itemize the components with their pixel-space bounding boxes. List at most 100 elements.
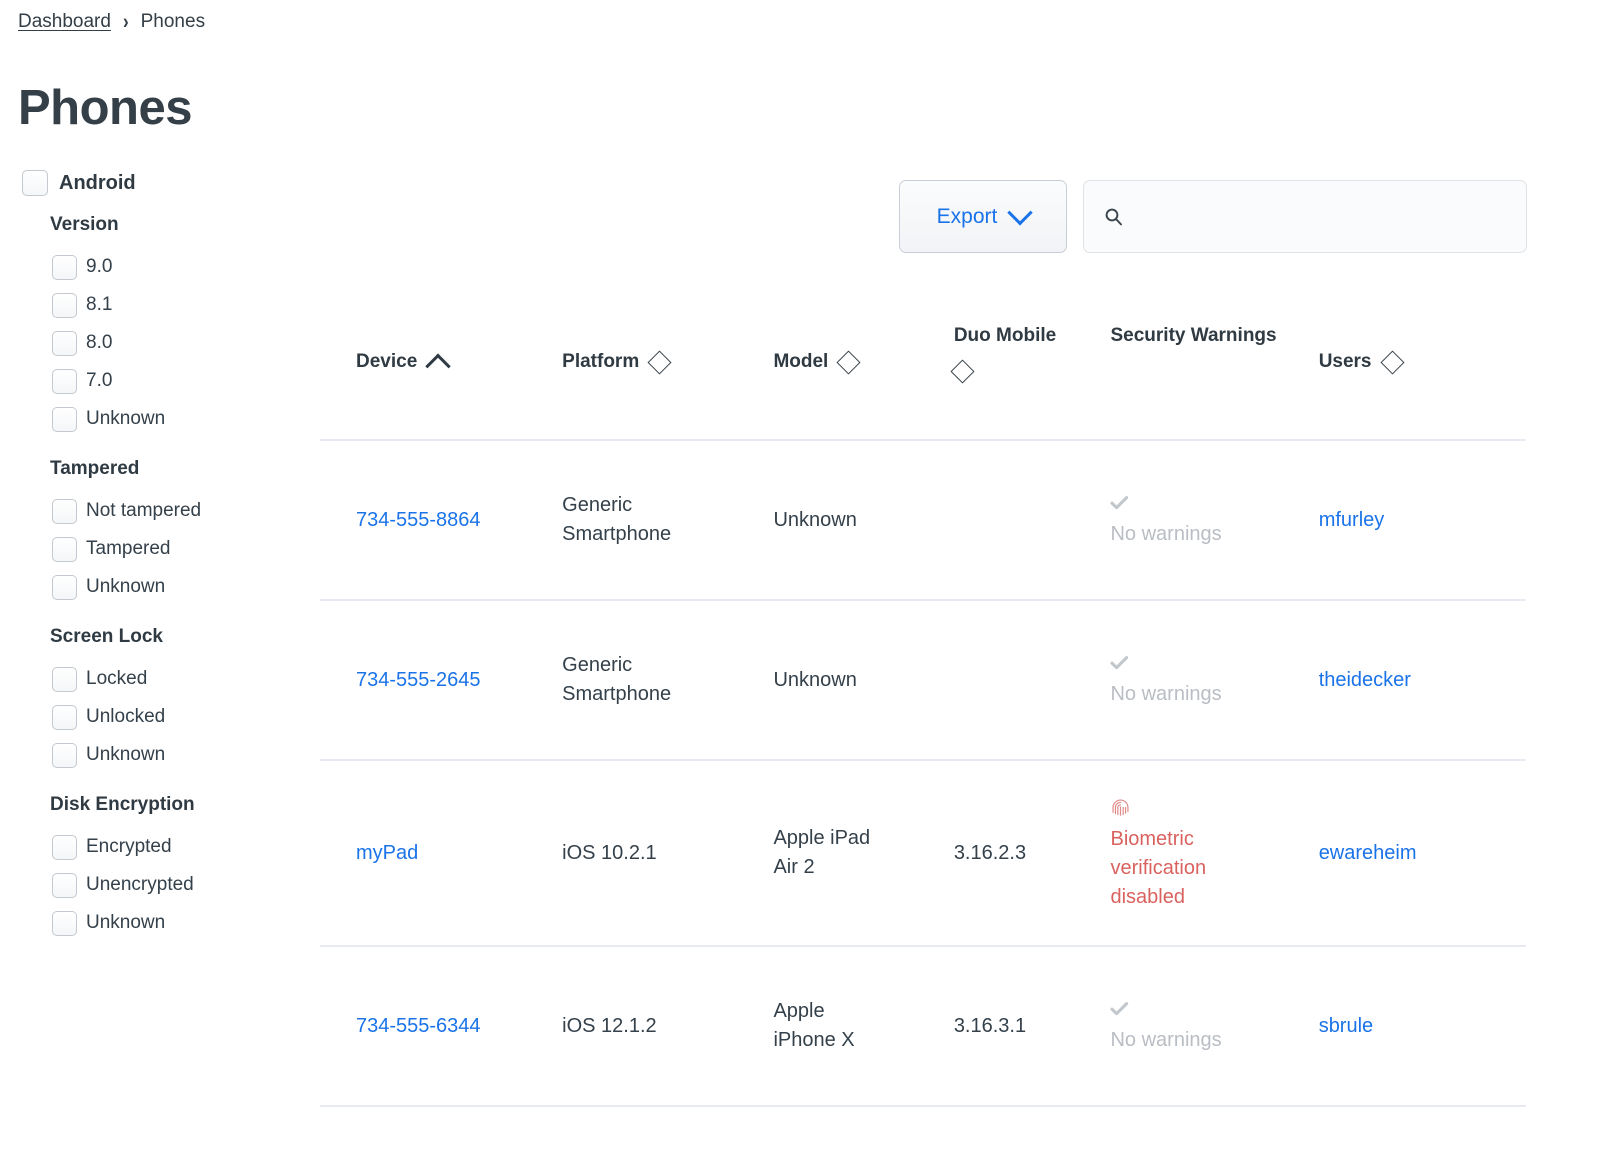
- filter-label-locked: Locked: [86, 668, 148, 689]
- cell-model: Unknown: [737, 439, 918, 600]
- cell-partial: [320, 1105, 527, 1130]
- model-value: Unknown: [773, 668, 857, 691]
- filter-label-not-tampered: Not tampered: [86, 500, 202, 521]
- breadcrumb-link-dashboard[interactable]: Dashboard: [18, 12, 111, 31]
- filter-item-version-8-1[interactable]: 8.1: [0, 286, 300, 324]
- search-icon: [1105, 208, 1122, 225]
- platform-value: iOS 12.1.2: [562, 1014, 657, 1037]
- cell-device: 734-555-6344: [320, 945, 527, 1106]
- column-header-duo-mobile[interactable]: Duo Mobile: [918, 310, 1075, 440]
- duo-mobile-value: 3.16.3.1: [953, 1014, 1027, 1037]
- filter-label-disk-encryption-unknown: Unknown: [86, 912, 166, 933]
- cell-security-warnings: No warnings: [1074, 439, 1283, 600]
- model-value: Unknown: [773, 508, 857, 531]
- column-header-model[interactable]: Model: [737, 310, 917, 440]
- cell-partial: [1282, 1105, 1526, 1130]
- cell-duo-mobile: 3.16.3.1: [917, 945, 1075, 1106]
- checkbox-tampered[interactable]: [52, 536, 77, 562]
- checkbox-encrypted[interactable]: [52, 834, 77, 860]
- breadcrumb-current-phones: Phones: [140, 11, 206, 32]
- cell-device: 734-555-2645: [320, 599, 527, 760]
- filter-item-tampered[interactable]: Tampered: [0, 530, 300, 568]
- filter-item-tampered-unknown[interactable]: Unknown: [0, 568, 300, 606]
- filter-label-unencrypted: Unencrypted: [86, 874, 194, 895]
- table-row: 734-555-2645 Generic Smartphone Unknown …: [320, 599, 1526, 760]
- user-link[interactable]: mfurley: [1319, 509, 1385, 531]
- column-header-platform[interactable]: Platform: [526, 310, 737, 440]
- filter-label-version-8-1: 8.1: [86, 294, 113, 315]
- checkbox-screen-lock-unknown[interactable]: [52, 742, 77, 768]
- cell-security-warnings: No warnings: [1074, 945, 1283, 1106]
- cell-security-warnings: No warnings: [1074, 599, 1283, 760]
- filter-item-disk-encryption-unknown[interactable]: Unknown: [0, 904, 300, 942]
- cell-partial: [526, 1105, 738, 1130]
- page-title: Phones: [18, 81, 192, 135]
- filter-item-screen-lock-unknown[interactable]: Unknown: [0, 736, 300, 774]
- column-header-users[interactable]: Users: [1283, 310, 1526, 440]
- filter-item-version-9-0[interactable]: 9.0: [0, 248, 300, 286]
- checkbox-not-tampered[interactable]: [52, 498, 77, 524]
- device-link[interactable]: 734-555-8864: [356, 509, 481, 531]
- security-warning-text: No warnings: [1110, 683, 1222, 705]
- checkbox-version-7-0[interactable]: [52, 368, 77, 394]
- sort-diamond-icon[interactable]: [1379, 350, 1405, 375]
- filter-item-locked[interactable]: Locked: [0, 660, 300, 698]
- export-button[interactable]: Export: [899, 180, 1067, 253]
- filter-item-version-unknown[interactable]: Unknown: [0, 400, 300, 438]
- fingerprint-icon: [1112, 799, 1130, 816]
- checkbox-version-8-1[interactable]: [52, 292, 77, 318]
- filter-item-unlocked[interactable]: Unlocked: [0, 698, 300, 736]
- checkbox-locked[interactable]: [52, 666, 77, 692]
- cell-platform: iOS 10.2.1: [526, 759, 738, 946]
- user-link[interactable]: sbrule: [1319, 1015, 1373, 1037]
- sort-diamond-icon[interactable]: [836, 350, 861, 375]
- sort-diamond-icon[interactable]: [647, 350, 672, 375]
- cell-duo-mobile: 3.16.2.3: [917, 759, 1075, 946]
- search-input[interactable]: [1134, 204, 1518, 229]
- export-button-label: Export: [936, 204, 998, 228]
- checkbox-version-9-0[interactable]: [52, 254, 77, 280]
- device-link[interactable]: myPad: [356, 842, 418, 864]
- filter-label-screen-lock-unknown: Unknown: [86, 744, 166, 765]
- filter-label-tampered: Tampered: [86, 538, 171, 559]
- check-icon: [1110, 496, 1129, 510]
- cell-device: 734-555-8864: [320, 439, 527, 600]
- filter-item-version-7-0[interactable]: 7.0: [0, 362, 300, 400]
- search-box[interactable]: [1083, 180, 1527, 253]
- device-link[interactable]: 734-555-6344: [356, 1015, 481, 1037]
- checkbox-unencrypted[interactable]: [52, 872, 77, 898]
- filter-label-version-unknown: Unknown: [86, 408, 166, 429]
- model-value: Apple iPhone X: [773, 1000, 855, 1051]
- column-header-security-warnings: Security Warnings: [1074, 310, 1282, 440]
- cell-security-warnings: Biometric verification disabled: [1074, 759, 1283, 946]
- filter-group-tampered: Tampered Not tampered Tampered Unknown: [0, 458, 300, 606]
- checkbox-tampered-unknown[interactable]: [52, 574, 77, 600]
- column-header-duo-mobile-label: Duo Mobile: [953, 325, 1057, 346]
- device-link[interactable]: 734-555-2645: [356, 669, 481, 691]
- user-link[interactable]: theidecker: [1319, 669, 1411, 691]
- cell-model: Unknown: [737, 599, 918, 760]
- column-header-device[interactable]: Device: [320, 310, 526, 440]
- status-badge-no-warnings: No warnings: [1110, 997, 1228, 1055]
- breadcrumb: Dashboard › Phones: [18, 11, 206, 32]
- sort-diamond-icon[interactable]: [950, 358, 975, 384]
- status-badge-no-warnings: No warnings: [1110, 491, 1228, 549]
- checkbox-version-8-0[interactable]: [52, 330, 77, 356]
- column-header-device-label: Device: [356, 351, 418, 372]
- filter-item-unencrypted[interactable]: Unencrypted: [0, 866, 300, 904]
- filter-item-android[interactable]: Android: [0, 170, 300, 196]
- duo-mobile-value: 3.16.2.3: [953, 841, 1027, 864]
- chevron-up-icon[interactable]: [425, 353, 452, 380]
- filter-label-unlocked: Unlocked: [86, 706, 166, 727]
- filter-item-encrypted[interactable]: Encrypted: [0, 828, 300, 866]
- checkbox-disk-encryption-unknown[interactable]: [52, 910, 77, 936]
- check-icon: [1110, 656, 1129, 670]
- checkbox-android[interactable]: [22, 170, 48, 196]
- checkbox-unlocked[interactable]: [52, 704, 77, 730]
- filter-item-version-8-0[interactable]: 8.0: [0, 324, 300, 362]
- filter-item-not-tampered[interactable]: Not tampered: [0, 492, 300, 530]
- table-toolbar: Export: [899, 180, 1527, 253]
- filter-group-title-disk-encryption: Disk Encryption: [50, 794, 195, 815]
- user-link[interactable]: ewareheim: [1319, 842, 1417, 864]
- checkbox-version-unknown[interactable]: [52, 406, 77, 432]
